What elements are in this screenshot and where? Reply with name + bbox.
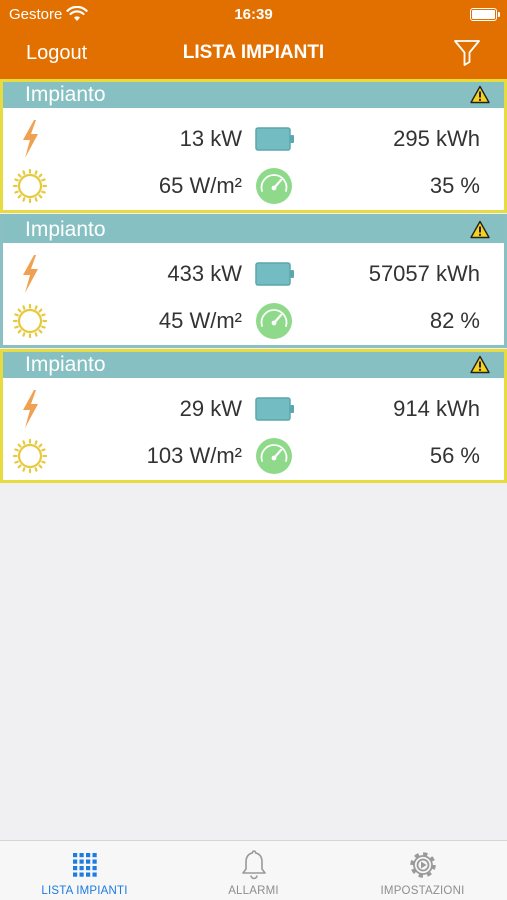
irradiance-row: 103 W/m² 56 % <box>3 436 504 476</box>
power-row: 433 kW 57057 kWh <box>3 254 504 294</box>
sun-icon <box>12 438 48 474</box>
energy-value: 57057 kWh <box>368 261 480 286</box>
energy-value: 914 kWh <box>393 396 480 421</box>
plant-name: Impianto <box>25 218 106 241</box>
plant-name: Impianto <box>25 83 106 106</box>
irradiance-value: 45 W/m² <box>158 308 242 333</box>
lightning-icon <box>23 255 38 293</box>
power-value: 13 kW <box>179 126 242 151</box>
gauge-icon <box>256 438 292 474</box>
gauge-icon <box>256 303 292 339</box>
power-value: 433 kW <box>167 261 242 286</box>
plant-card-header: Impianto <box>3 82 504 108</box>
tab-label: ALLARMI <box>228 885 279 897</box>
grid-icon <box>72 853 97 877</box>
power-row: 13 kW 295 kWh <box>3 119 504 159</box>
status-time: 16:39 <box>234 6 273 23</box>
plant-name: Impianto <box>25 353 106 376</box>
plant-card[interactable]: Impianto 433 kW 57057 kWh 45 W/m² 82 % <box>0 214 507 348</box>
irradiance-row: 45 W/m² 82 % <box>3 301 504 341</box>
plant-card-header: Impianto <box>3 217 504 243</box>
status-bar: Gestore 16:39 <box>0 0 507 30</box>
app-header: Gestore 16:39 Logout LISTA IMPIANTI <box>0 0 507 80</box>
tab-bar: LISTA IMPIANTI ALLARMI IMPOSTAZIONI <box>0 840 507 900</box>
sun-icon <box>12 303 48 339</box>
energy-value: 295 kWh <box>393 126 480 151</box>
lightning-icon <box>23 120 38 158</box>
power-value: 29 kW <box>179 396 242 421</box>
gear-icon <box>409 852 436 878</box>
warning-icon <box>470 85 490 104</box>
sun-icon <box>12 168 48 204</box>
filter-icon[interactable] <box>451 36 483 68</box>
warning-icon <box>470 355 490 374</box>
battery-icon <box>255 127 294 151</box>
gauge-icon <box>256 168 292 204</box>
plant-list: Impianto 13 kW 295 kWh 65 W/m² 35 % Impi… <box>0 79 507 484</box>
tab-label: LISTA IMPIANTI <box>41 885 128 897</box>
irradiance-value: 65 W/m² <box>158 173 242 198</box>
irradiance-row: 65 W/m² 35 % <box>3 166 504 206</box>
battery-icon <box>255 397 294 421</box>
plant-card[interactable]: Impianto 29 kW 914 kWh 103 W/m² 56 % <box>0 349 507 483</box>
tab-label: IMPOSTAZIONI <box>380 885 465 897</box>
performance-value: 35 % <box>429 173 480 198</box>
battery-icon <box>255 262 294 286</box>
plant-card[interactable]: Impianto 13 kW 295 kWh 65 W/m² 35 % <box>0 79 507 213</box>
logout-button[interactable]: Logout <box>26 42 87 65</box>
tab-impostazioni[interactable]: IMPOSTAZIONI <box>338 841 507 900</box>
tab-allarmi[interactable]: ALLARMI <box>169 841 338 900</box>
irradiance-value: 103 W/m² <box>146 443 242 468</box>
power-row: 29 kW 914 kWh <box>3 389 504 429</box>
lightning-icon <box>23 390 38 428</box>
tab-lista-impianti[interactable]: LISTA IMPIANTI <box>0 841 169 900</box>
bell-icon <box>241 850 266 880</box>
performance-value: 56 % <box>429 443 480 468</box>
battery-status-icon <box>470 8 500 21</box>
performance-value: 82 % <box>429 308 480 333</box>
warning-icon <box>470 220 490 239</box>
plant-card-header: Impianto <box>3 352 504 378</box>
